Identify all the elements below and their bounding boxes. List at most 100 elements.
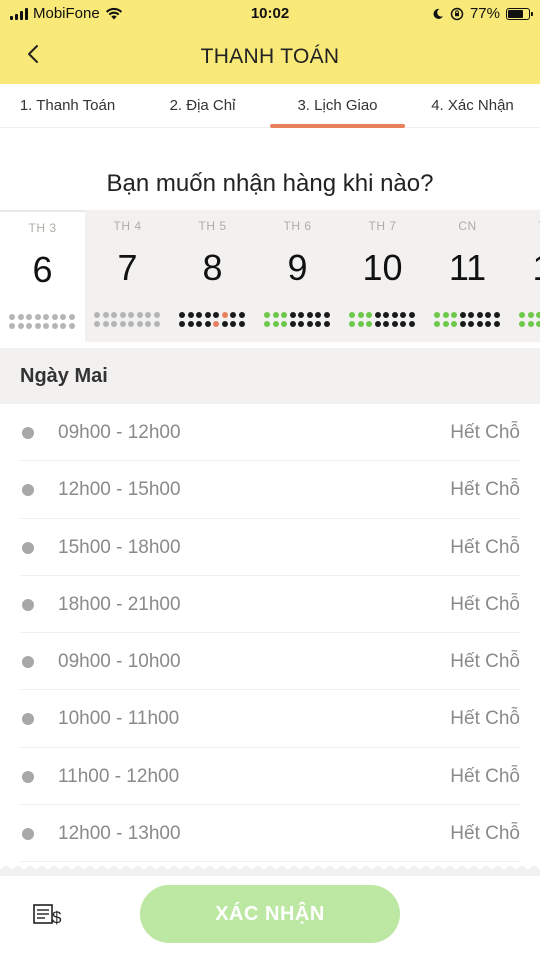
page-title: THANH TOÁN [200,45,340,68]
footer-bar: $ XÁC NHẬN [0,876,540,960]
date-day: 6 [32,249,53,290]
availability-dot [136,312,143,318]
date-weekday: TH 3 [28,221,57,235]
tab-dia-chi[interactable]: 2. Địa Chỉ [135,97,270,114]
tab-lich-giao[interactable]: 3. Lịch Giao [270,97,405,114]
slot-availability: Hết Chỗ [450,593,520,615]
availability-dot [238,321,245,327]
availability-dot [468,321,474,327]
availability-dot [298,321,304,327]
time-slot-row[interactable]: 11h00 - 12h00 Hết Chỗ [0,748,540,806]
date-day: 8 [202,247,223,288]
availability-dot [306,321,313,327]
availability-dot [323,321,330,327]
date-option-11[interactable]: CN 11 [425,210,510,342]
slot-time: 10h00 - 11h00 [58,708,180,730]
availability-dot [391,321,398,327]
availability-dot [34,314,41,320]
slot-availability: Hết Chỗ [450,651,520,673]
availability-dot [213,321,219,327]
availability-dot [383,312,389,318]
date-option-6[interactable]: TH 3 6 [0,210,85,342]
availability-dot [196,321,202,327]
availability-dot [408,312,415,318]
availability-dot [9,323,15,329]
confirm-button[interactable]: XÁC NHẬN [140,885,400,943]
availability-dot [153,312,160,318]
slot-status-dot [22,828,34,841]
time-slot-row[interactable]: 18h00 - 21h00 Hết Chỗ [0,576,540,634]
slot-availability: Hết Chỗ [450,823,520,845]
date-weekday: TH 7 [368,219,397,233]
date-day: 9 [287,247,308,288]
availability-dot [153,321,160,327]
slot-time: 12h00 - 15h00 [58,479,181,501]
invoice-money-icon[interactable]: $ [32,901,66,929]
availability-dot [400,321,406,327]
availability-dot [204,321,211,327]
time-slot-row[interactable]: 12h00 - 15h00 Hết Chỗ [0,461,540,519]
availability-dot [476,312,483,318]
availability-dot [315,312,321,318]
slot-availability: Hết Chỗ [450,708,520,730]
availability-dot [119,321,126,327]
slot-availability: Hết Chỗ [450,422,520,443]
time-slot-row[interactable]: 15h00 - 18h00 Hết Chỗ [0,519,540,577]
battery-percent: 77% [469,5,500,22]
date-option-9[interactable]: TH 6 9 [255,210,340,342]
time-slot-row[interactable]: 09h00 - 12h00 Hết Chỗ [0,404,540,462]
date-option-7[interactable]: TH 4 7 [85,210,170,342]
date-weekday: CN [458,219,477,233]
date-weekday: TH 5 [198,219,227,233]
availability-dot [9,314,15,320]
tab-xac-nhan[interactable]: 4. Xác Nhận [405,97,540,114]
availability-dot [468,312,474,318]
availability-dot [476,321,483,327]
active-step-indicator [270,124,405,128]
status-bar: MobiFone 10:02 77% [0,0,540,28]
availability-dot [357,312,364,318]
availability-dot [272,312,279,318]
availability-dot [527,312,534,318]
availability-dot [51,323,58,329]
availability-dot [374,321,381,327]
availability-dot [272,321,279,327]
availability-dot [536,321,540,327]
checkout-steps: 1. Thanh Toán 2. Địa Chỉ 3. Lịch Giao 4.… [0,84,540,128]
date-weekday: TH 2 [510,219,540,233]
availability-dot [136,321,143,327]
date-option-8[interactable]: TH 5 8 [170,210,255,342]
availability-dot [221,321,228,327]
date-strip[interactable]: TH 3 6 TH 4 7 TH 5 8 TH 6 9 TH 7 10 CN 11 TH 2 12 [0,210,540,342]
slot-availability: Hết Chỗ [450,479,520,501]
availability-dot [179,312,185,318]
date-day: 12 [510,247,540,289]
slot-status-dot [22,541,34,554]
tab-thanh-toan[interactable]: 1. Thanh Toán [0,97,135,114]
date-option-12[interactable]: TH 2 12 [510,210,540,342]
availability-dot [68,323,75,329]
time-slot-row[interactable]: 12h00 - 13h00 Hết Chỗ [0,805,540,863]
availability-dot [102,321,109,327]
availability-dot [238,312,245,318]
date-option-10[interactable]: TH 7 10 [340,210,425,342]
availability-dot [26,314,32,320]
availability-dots [434,312,502,327]
slot-availability: Hết Chỗ [450,765,520,787]
slot-time: 18h00 - 21h00 [58,593,181,615]
availability-dots [264,312,332,327]
slot-time: 09h00 - 12h00 [58,422,181,443]
availability-dot [493,312,500,318]
nav-bar: THANH TOÁN [0,28,540,84]
availability-dot [213,312,219,318]
availability-dot [451,321,457,327]
time-slot-row[interactable]: 10h00 - 11h00 Hết Chỗ [0,690,540,749]
slot-time: 09h00 - 10h00 [58,651,181,673]
slot-status-dot [22,713,34,726]
availability-dot [451,312,457,318]
availability-dot [145,312,151,318]
availability-dot [349,321,355,327]
date-day: 10 [362,247,403,288]
time-slot-row[interactable]: 09h00 - 10h00 Hết Chỗ [0,633,540,691]
availability-dot [43,314,49,320]
